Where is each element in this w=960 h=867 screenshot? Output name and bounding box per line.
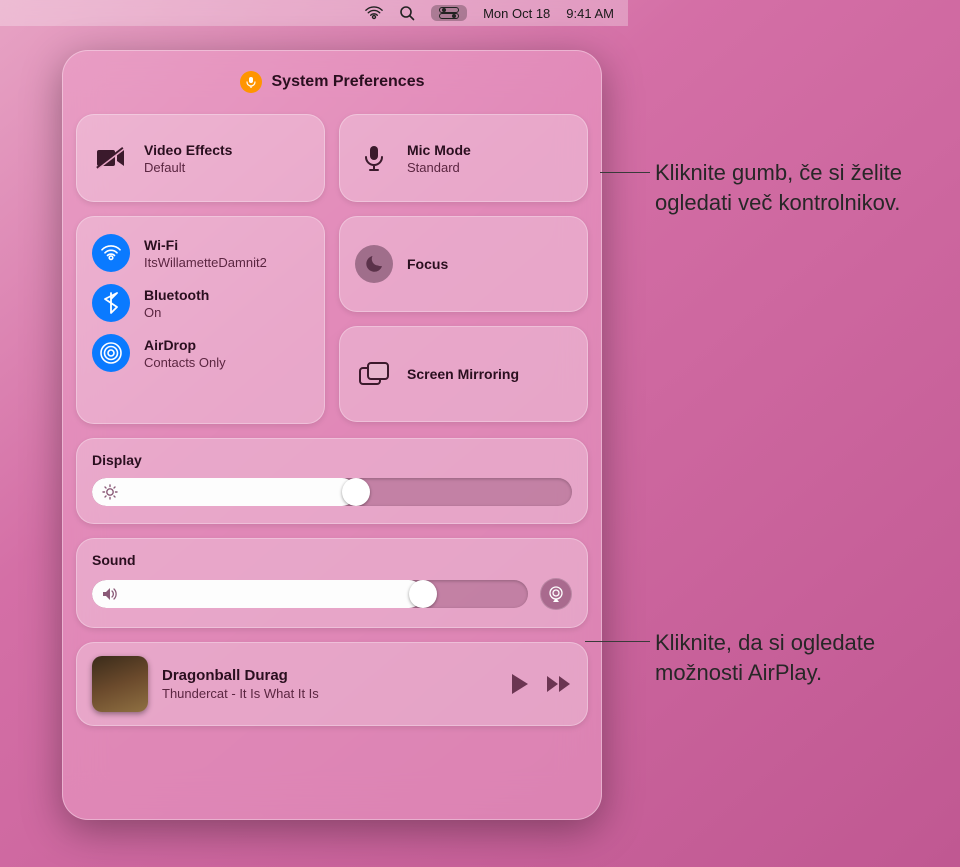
video-effects-subtitle: Default: [144, 160, 232, 175]
sound-tile[interactable]: Sound: [76, 538, 588, 628]
video-effects-tile[interactable]: Video Effects Default: [76, 114, 325, 202]
display-title: Display: [92, 452, 572, 468]
airdrop-control[interactable]: AirDrop Contacts Only: [92, 328, 309, 378]
connectivity-tile[interactable]: Wi-Fi ItsWillametteDamnit2 Bluetooth On: [76, 216, 325, 424]
mic-mode-title: Mic Mode: [407, 142, 471, 158]
bluetooth-icon[interactable]: [92, 284, 130, 322]
callout-airplay: Kliknite, da si ogledate možnosti AirPla…: [655, 628, 955, 687]
brightness-slider[interactable]: [92, 478, 572, 506]
next-button[interactable]: [546, 675, 572, 693]
bluetooth-title: Bluetooth: [144, 287, 209, 303]
now-playing-tile[interactable]: Dragonball Durag Thundercat - It Is What…: [76, 642, 588, 726]
header-app-name: System Preferences: [272, 73, 425, 91]
track-title: Dragonball Durag: [162, 667, 496, 684]
video-effects-title: Video Effects: [144, 142, 232, 158]
album-art: [92, 656, 148, 712]
wifi-control[interactable]: Wi-Fi ItsWillametteDamnit2: [92, 228, 309, 278]
focus-tile[interactable]: Focus: [339, 216, 588, 312]
callout-mic-mode: Kliknite gumb, če si želite ogledati več…: [655, 158, 955, 217]
mic-mode-tile[interactable]: Mic Mode Standard: [339, 114, 588, 202]
screen-mirroring-title: Screen Mirroring: [407, 366, 519, 382]
screen-mirroring-icon: [355, 355, 393, 393]
menubar-time[interactable]: 9:41 AM: [566, 6, 614, 21]
airdrop-title: AirDrop: [144, 337, 226, 353]
play-button[interactable]: [510, 673, 530, 695]
moon-icon[interactable]: [355, 245, 393, 283]
control-center-panel: System Preferences Video Effects Default…: [62, 50, 602, 820]
microphone-indicator-icon: [240, 71, 262, 93]
wifi-menubar-icon[interactable]: [365, 6, 383, 20]
screen-mirroring-tile[interactable]: Screen Mirroring: [339, 326, 588, 422]
bluetooth-subtitle: On: [144, 305, 209, 320]
callout-leader-2: [585, 641, 650, 642]
menubar-date[interactable]: Mon Oct 18: [483, 6, 550, 21]
wifi-title: Wi-Fi: [144, 237, 267, 253]
brightness-icon: [102, 484, 118, 500]
focus-title: Focus: [407, 256, 448, 272]
menubar: Mon Oct 18 9:41 AM: [0, 0, 628, 26]
bluetooth-control[interactable]: Bluetooth On: [92, 278, 309, 328]
camera-off-icon: [92, 139, 130, 177]
airdrop-subtitle: Contacts Only: [144, 355, 226, 370]
header-row: System Preferences: [76, 64, 588, 100]
mic-mode-subtitle: Standard: [407, 160, 471, 175]
wifi-subtitle: ItsWillametteDamnit2: [144, 255, 267, 270]
sound-title: Sound: [92, 552, 572, 568]
track-artist: Thundercat - It Is What It Is: [162, 686, 496, 701]
airplay-audio-button[interactable]: [540, 578, 572, 610]
wifi-icon[interactable]: [92, 234, 130, 272]
airplay-audio-icon: [547, 585, 565, 603]
volume-slider[interactable]: [92, 580, 528, 608]
display-tile[interactable]: Display: [76, 438, 588, 524]
control-center-menubar-icon[interactable]: [431, 5, 467, 21]
airdrop-icon[interactable]: [92, 334, 130, 372]
callout-leader-1: [600, 172, 650, 173]
search-menubar-icon[interactable]: [399, 5, 415, 21]
speaker-icon: [102, 587, 118, 601]
microphone-icon: [355, 139, 393, 177]
